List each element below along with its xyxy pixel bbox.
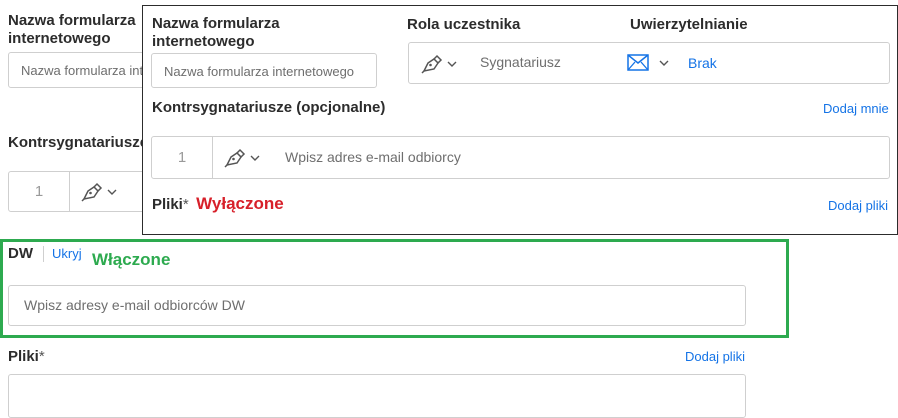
bg-form-name-placeholder: Nazwa formularza internetowego — [21, 63, 147, 78]
overlay-panel: Nazwa formularza internetowego Nazwa for… — [142, 5, 898, 235]
ov-cosigners-label: Kontrsygnatariusze (opcjonalne) — [152, 99, 386, 116]
ov-auth-label: Uwierzytelnianie — [630, 16, 748, 33]
ov-cosigner-row: 1 Wpisz adres e-mail odbiorcy — [151, 136, 890, 179]
ov-cosigner-role-dropdown[interactable] — [224, 148, 260, 168]
bg-role-dropdown[interactable] — [81, 182, 117, 202]
ov-add-me-link[interactable]: Dodaj mnie — [823, 101, 889, 116]
chevron-down-icon — [107, 189, 117, 195]
ov-add-files-link[interactable]: Dodaj pliki — [828, 198, 888, 213]
bg-files-label-text: Pliki — [8, 348, 39, 365]
bg-cosigner-row[interactable]: 1 — [8, 171, 148, 212]
ov-files-required-mark: * — [182, 196, 189, 213]
bg-add-files-link[interactable]: Dodaj pliki — [685, 349, 745, 364]
ov-role-auth-row: Sygnatariusz Brak — [408, 42, 890, 84]
ov-cosigner-index: 1 — [152, 137, 213, 178]
ov-form-name-input[interactable]: Nazwa formularza internetowego — [151, 53, 377, 88]
bg-files-required-mark: * — [38, 348, 45, 365]
bg-files-dropzone[interactable] — [8, 374, 746, 418]
bg-cosigner-index: 1 — [9, 172, 70, 211]
ov-auth-value: Brak — [688, 55, 717, 71]
email-icon — [627, 54, 649, 71]
bg-form-name-label: Nazwa formularza internetowego — [8, 12, 136, 47]
chevron-down-icon — [659, 60, 669, 66]
ov-files-row: Pliki* Wyłączone — [152, 194, 284, 214]
bg-files-label: Pliki* — [8, 348, 45, 366]
ov-files-label: Pliki — [152, 196, 183, 213]
ov-form-name-label: Nazwa formularza internetowego — [152, 15, 280, 50]
ov-role-label: Rola uczestnika — [407, 16, 521, 33]
ov-role-value: Sygnatariusz — [480, 54, 561, 70]
ov-cosigner-email-input[interactable]: Wpisz adres e-mail odbiorcy — [285, 149, 461, 165]
chevron-down-icon — [447, 61, 457, 67]
ov-role-dropdown[interactable] — [421, 54, 457, 74]
pen-icon — [224, 148, 246, 168]
disabled-annotation: Wyłączone — [196, 194, 284, 213]
ov-form-name-placeholder: Nazwa formularza internetowego — [164, 64, 355, 79]
bg-cosigners-label: Kontrsygnatariusze — [8, 134, 142, 151]
cc-highlight-box — [0, 239, 789, 338]
pen-icon — [81, 182, 103, 202]
pen-icon — [421, 54, 443, 74]
ov-auth-dropdown[interactable] — [627, 54, 669, 71]
chevron-down-icon — [250, 155, 260, 161]
bg-form-name-input[interactable]: Nazwa formularza internetowego — [8, 52, 148, 88]
